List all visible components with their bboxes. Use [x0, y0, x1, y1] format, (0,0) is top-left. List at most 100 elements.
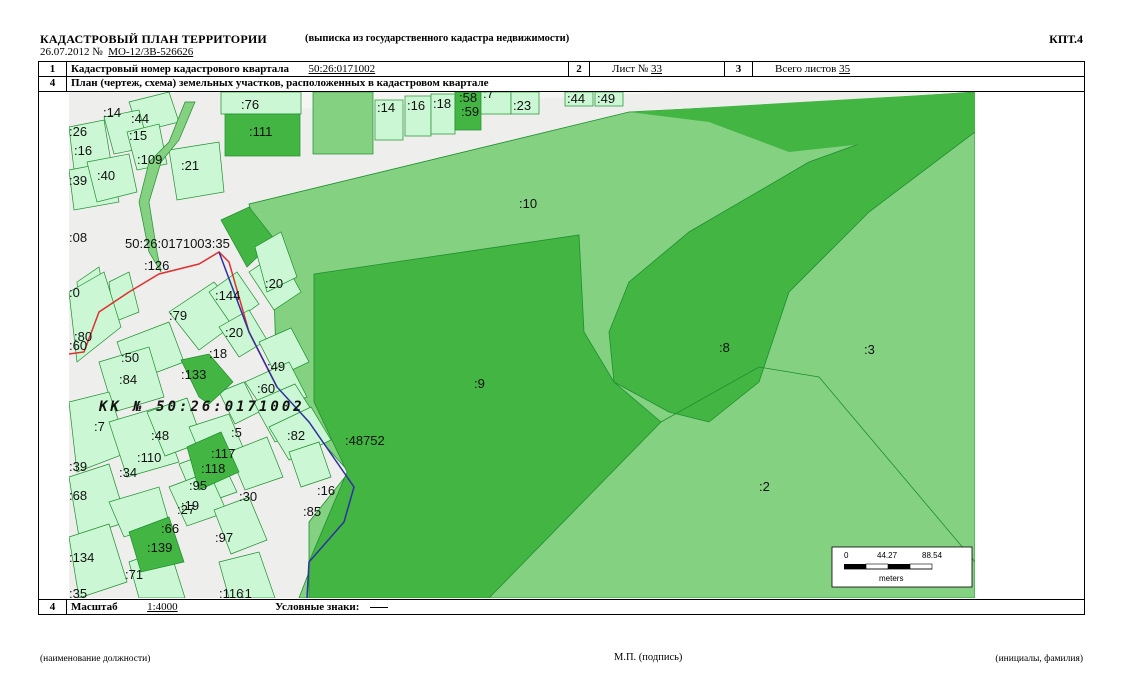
- row-number: 4: [39, 600, 67, 615]
- parcel-label: :71: [125, 567, 143, 582]
- document-subtitle: (выписка из государственного кадастра не…: [305, 33, 570, 44]
- parcel-label: :48: [151, 428, 169, 443]
- row-number: 4: [39, 76, 67, 91]
- plan-label: План (чертеж, схема) земельных участков,…: [71, 77, 489, 89]
- parcel-label: :8: [719, 340, 730, 355]
- row-number: 2: [569, 62, 590, 76]
- parcel-label: :144: [215, 288, 240, 303]
- parcel-label: :60: [69, 338, 87, 353]
- parcel-label: :97: [215, 530, 233, 545]
- scale-tick-2: 88.54: [922, 551, 943, 560]
- header-row-plan: 4 План (чертеж, схема) земельных участко…: [39, 76, 1084, 92]
- parcel-label: :26: [69, 124, 87, 139]
- parcel-label: :15: [129, 128, 147, 143]
- parcel-label: :16: [407, 98, 425, 113]
- document-date: 26.07.2012 №: [40, 46, 103, 58]
- parcel-label: :48752: [345, 433, 385, 448]
- parcel-label: :5: [231, 425, 242, 440]
- parcel-label: :76: [241, 97, 259, 112]
- parcel-label: :3: [864, 342, 875, 357]
- parcel-label: :20: [225, 325, 243, 340]
- sheet-number-cell: Лист № 33: [590, 62, 725, 76]
- parcel-label: :34: [119, 465, 137, 480]
- stamp-caption: М.П. (подпись): [614, 652, 683, 663]
- parcel-label: :118: [201, 461, 225, 476]
- parcel-label: :7: [483, 92, 494, 101]
- parcel-label: :66: [161, 521, 179, 536]
- parcel-label: :95: [189, 478, 207, 493]
- boundary-label: 50:26:0171003:35: [125, 236, 230, 251]
- parcel-label: :44: [567, 92, 585, 106]
- parcel-label: :109: [137, 152, 162, 167]
- parcel-label: :30: [239, 489, 257, 504]
- scale-bar: 0 44.27 88.54 meters: [831, 546, 973, 588]
- parcel-label: :39: [69, 459, 87, 474]
- parcel-label: :18: [209, 346, 227, 361]
- quarter-label: КК № 50:26:0171002: [98, 399, 305, 415]
- cadastral-number-value: 50:26:0171002: [308, 63, 376, 75]
- document-title: КАДАСТРОВЫЙ ПЛАН ТЕРРИТОРИИ: [40, 32, 267, 46]
- document-number: МО-12/3В-526626: [108, 46, 194, 58]
- parcel-label: :0: [69, 285, 80, 300]
- parcel-label: :139: [147, 540, 172, 555]
- scale-value: 1:4000: [147, 601, 178, 613]
- parcel-label: :2: [759, 479, 770, 494]
- parcel-label: :40: [97, 168, 115, 183]
- sheet-number-value: 33: [651, 63, 663, 75]
- parcel-label: :126: [144, 258, 169, 273]
- parcel-label: :16: [317, 483, 335, 498]
- map-canvas: 0 44.27 88.54 meters :76:111:14:16:18:5 8…: [69, 92, 975, 598]
- parcel-label: :68: [69, 488, 87, 503]
- cadastral-number-label: Кадастровый номер кадастрового квартала: [71, 63, 290, 75]
- parcel-label: :79: [169, 308, 187, 323]
- document-date-line: 26.07.2012 № МО-12/3В-526626: [40, 46, 193, 58]
- parcel-label: :44: [131, 111, 149, 126]
- legend-label: Условные знаки:: [275, 601, 360, 613]
- parcel-top-60: [312, 92, 374, 155]
- parcel-label: :21: [181, 158, 199, 173]
- parcel-label: :16: [74, 143, 92, 158]
- parcel-label: :60: [257, 381, 275, 396]
- parcel-label: :117: [211, 446, 235, 461]
- scale-unit: meters: [879, 574, 903, 583]
- parcel-label: :7: [94, 419, 105, 434]
- parcel-label: :49: [597, 92, 615, 106]
- total-sheets-cell: Всего листов 35: [753, 62, 1084, 76]
- parcel-label: :59: [461, 104, 479, 119]
- footer-row-scale: 4 Масштаб 1:4000 Условные знаки:: [39, 599, 1084, 615]
- parcel-label: :9: [474, 376, 485, 391]
- parcel-label: :111: [249, 124, 272, 139]
- parcel-label: :133: [181, 367, 206, 382]
- legend-line: [370, 606, 389, 608]
- parcel-label: :10: [519, 196, 537, 211]
- parcel-76: [220, 92, 302, 115]
- sheet-number-label: Лист №: [612, 63, 649, 75]
- row-number: 3: [725, 62, 753, 76]
- header-row-cadastral-number: 1 Кадастровый номер кадастрового квартал…: [39, 62, 1084, 77]
- row-number: 1: [39, 62, 67, 76]
- scale-tick-0: 0: [844, 551, 849, 560]
- parcel-label: :27: [177, 502, 195, 517]
- parcel-label: :134: [69, 550, 94, 565]
- total-sheets-value: 35: [839, 63, 851, 75]
- parcel-label: :1: [241, 586, 252, 598]
- scale-cell: Масштаб 1:4000 Условные знаки:: [67, 600, 1084, 615]
- position-caption: (наименование должности): [40, 654, 151, 664]
- parcel-label: :82: [287, 428, 305, 443]
- form-code: КПТ.4: [1049, 32, 1083, 46]
- initials-caption: (инициалы, фамилия): [995, 654, 1083, 664]
- cadastral-sheet: 1 Кадастровый номер кадастрового квартал…: [38, 61, 1085, 615]
- parcel-label: :35: [69, 586, 87, 598]
- scale-label: Масштаб: [71, 601, 118, 613]
- parcel-label: :116: [219, 586, 243, 598]
- parcel-label: :50: [121, 350, 139, 365]
- parcel-label: :110: [137, 450, 161, 465]
- parcel-label: :84: [119, 372, 137, 387]
- parcel-label: :39: [69, 173, 87, 188]
- parcel-label: :23: [513, 98, 531, 113]
- total-sheets-label: Всего листов: [775, 63, 837, 75]
- parcel-label: :85: [303, 504, 321, 519]
- cadastral-map: 0 44.27 88.54 meters :76:111:14:16:18:5 8…: [69, 92, 975, 598]
- cadastral-number-cell: Кадастровый номер кадастрового квартала …: [67, 62, 569, 76]
- parcel-label: :08: [69, 230, 87, 245]
